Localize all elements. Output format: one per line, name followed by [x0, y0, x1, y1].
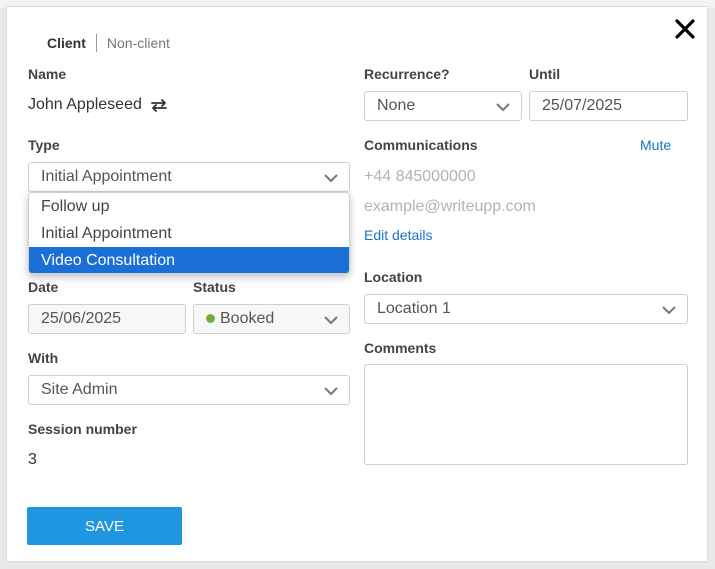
close-button[interactable] — [673, 17, 697, 41]
status-label: Status — [193, 279, 236, 295]
status-select[interactable]: Booked — [193, 304, 350, 334]
type-label: Type — [28, 137, 60, 153]
chevron-down-icon — [662, 306, 676, 315]
chevron-down-icon — [324, 316, 338, 325]
status-dot-icon — [206, 314, 215, 323]
comments-textarea[interactable] — [364, 364, 688, 465]
client-type-tabs: Client Non-client — [47, 34, 170, 52]
chevron-down-icon — [324, 387, 338, 396]
date-label: Date — [28, 279, 59, 295]
phone-number: +44 845000000 — [364, 168, 476, 185]
type-option-video-consultation[interactable]: Video Consultation — [29, 247, 349, 273]
email-address: example@writeupp.com — [364, 198, 536, 215]
close-icon — [675, 19, 695, 39]
chevron-down-icon — [324, 174, 338, 183]
tab-client[interactable]: Client — [47, 35, 86, 51]
with-label: With — [28, 350, 59, 366]
type-select[interactable]: Initial Appointment — [28, 162, 350, 192]
name-label: Name — [28, 66, 67, 82]
with-value: Site Admin — [41, 381, 118, 398]
type-dropdown-list: Follow up Initial Appointment Video Cons… — [28, 192, 350, 274]
tab-non-client[interactable]: Non-client — [107, 35, 170, 51]
recurrence-value: None — [377, 97, 416, 114]
location-value: Location 1 — [377, 300, 451, 317]
location-select[interactable]: Location 1 — [364, 294, 688, 324]
with-select[interactable]: Site Admin — [28, 375, 350, 405]
tab-divider — [95, 34, 97, 52]
comments-label: Comments — [364, 340, 437, 356]
until-date-input[interactable]: 25/07/2025 — [529, 91, 688, 121]
appointment-modal: Client Non-client Name John Appleseed Re… — [6, 6, 708, 562]
until-label: Until — [529, 66, 561, 82]
session-number-value: 3 — [28, 451, 37, 468]
repeat-icon[interactable] — [150, 98, 168, 112]
location-label: Location — [364, 269, 423, 285]
recurrence-select[interactable]: None — [364, 91, 522, 121]
communications-label: Communications — [364, 137, 478, 153]
date-input[interactable]: 25/06/2025 — [28, 304, 186, 334]
recurrence-label: Recurrence? — [364, 66, 450, 82]
session-number-label: Session number — [28, 421, 137, 437]
edit-details-link[interactable]: Edit details — [364, 227, 432, 243]
type-option-initial-appointment[interactable]: Initial Appointment — [29, 220, 349, 247]
status-value: Booked — [220, 310, 275, 327]
save-button[interactable]: SAVE — [27, 507, 182, 545]
client-name[interactable]: John Appleseed — [28, 96, 168, 114]
chevron-down-icon — [496, 103, 510, 112]
type-option-follow-up[interactable]: Follow up — [29, 193, 349, 220]
client-name-text: John Appleseed — [28, 96, 142, 113]
type-value: Initial Appointment — [41, 168, 172, 185]
mute-link[interactable]: Mute — [640, 137, 671, 153]
